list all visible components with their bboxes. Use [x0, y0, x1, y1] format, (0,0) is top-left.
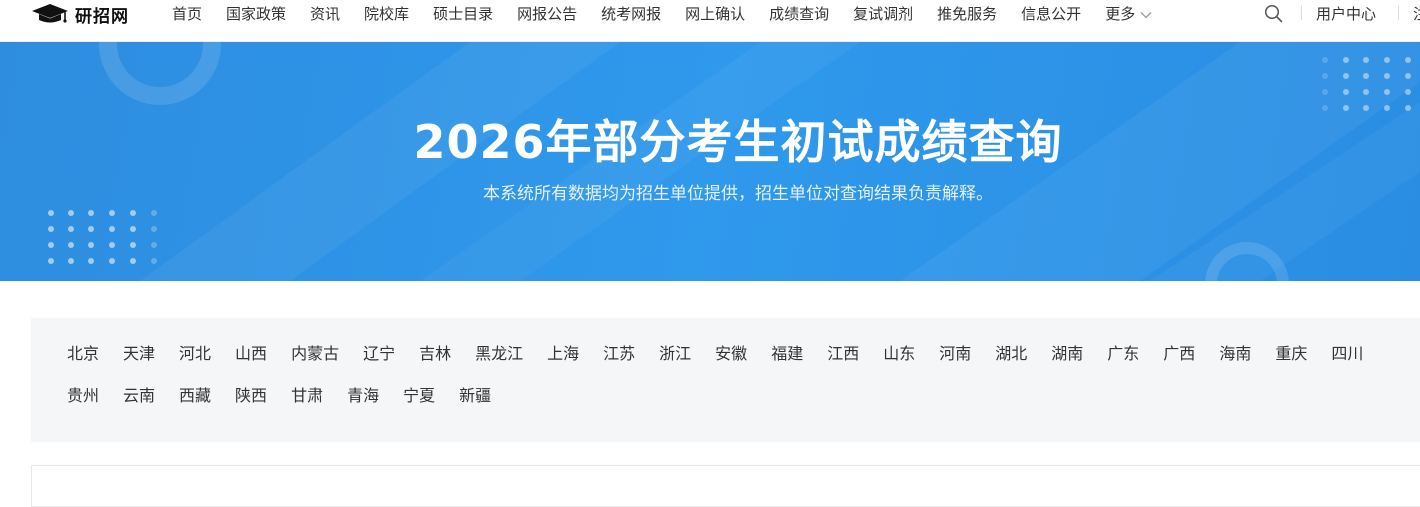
province-inner-mongolia[interactable]: 内蒙古 — [291, 340, 339, 368]
province-jilin[interactable]: 吉林 — [419, 340, 451, 368]
chevron-down-icon — [1140, 2, 1152, 26]
province-gansu[interactable]: 甘肃 — [291, 382, 323, 410]
page-subtitle: 本系统所有数据均为招生单位提供，招生单位对查询结果负责解释。 — [483, 184, 993, 204]
search-icon[interactable] — [1264, 4, 1283, 27]
province-zhejiang[interactable]: 浙江 — [659, 340, 691, 368]
nav-item-retest-adjustment[interactable]: 复试调剂 — [853, 2, 913, 26]
results-container — [31, 465, 1420, 507]
province-guizhou[interactable]: 贵州 — [67, 382, 99, 410]
page-title: 2026年部分考生初试成绩查询 — [413, 115, 1063, 169]
province-chongqing[interactable]: 重庆 — [1275, 340, 1307, 368]
nav-more-dropdown[interactable]: 更多 — [1105, 2, 1152, 26]
province-xinjiang[interactable]: 新疆 — [459, 382, 491, 410]
top-nav: 研招网 首页 国家政策 资讯 院校库 硕士目录 网报公告 统考网报 网上确认 成… — [0, 0, 1420, 42]
nav-item-registration-notice[interactable]: 网报公告 — [517, 2, 577, 26]
nav-more-label: 更多 — [1105, 5, 1136, 23]
province-guangdong[interactable]: 广东 — [1107, 340, 1139, 368]
site-logo[interactable]: 研招网 — [31, 2, 129, 27]
province-beijing[interactable]: 北京 — [67, 340, 99, 368]
register-link[interactable]: 注 — [1413, 2, 1420, 26]
province-list: 北京 天津 河北 山西 内蒙古 辽宁 吉林 黑龙江 上海 江苏 浙江 安徽 福建… — [67, 340, 1420, 424]
province-anhui[interactable]: 安徽 — [715, 340, 747, 368]
province-guangxi[interactable]: 广西 — [1163, 340, 1195, 368]
province-selector: 北京 天津 河北 山西 内蒙古 辽宁 吉林 黑龙江 上海 江苏 浙江 安徽 福建… — [31, 318, 1420, 442]
nav-item-home[interactable]: 首页 — [172, 2, 202, 26]
province-heilongjiang[interactable]: 黑龙江 — [475, 340, 523, 368]
user-center-link[interactable]: 用户中心 — [1316, 2, 1376, 26]
province-shanxi[interactable]: 山西 — [235, 340, 267, 368]
nav-menu: 首页 国家政策 资讯 院校库 硕士目录 网报公告 统考网报 网上确认 成绩查询 … — [172, 2, 1182, 26]
province-shanghai[interactable]: 上海 — [547, 340, 579, 368]
province-shandong[interactable]: 山东 — [883, 340, 915, 368]
province-ningxia[interactable]: 宁夏 — [403, 382, 435, 410]
nav-item-school-library[interactable]: 院校库 — [364, 2, 409, 26]
province-jiangsu[interactable]: 江苏 — [603, 340, 635, 368]
nav-item-exam-registration[interactable]: 统考网报 — [601, 2, 661, 26]
province-hainan[interactable]: 海南 — [1219, 340, 1251, 368]
nav-item-score-query[interactable]: 成绩查询 — [769, 2, 829, 26]
province-hebei[interactable]: 河北 — [179, 340, 211, 368]
province-tianjin[interactable]: 天津 — [123, 340, 155, 368]
province-hubei[interactable]: 湖北 — [995, 340, 1027, 368]
province-qinghai[interactable]: 青海 — [347, 382, 379, 410]
province-henan[interactable]: 河南 — [939, 340, 971, 368]
hero-banner: 2026年部分考生初试成绩查询 本系统所有数据均为招生单位提供，招生单位对查询结… — [0, 42, 1420, 281]
province-fujian[interactable]: 福建 — [771, 340, 803, 368]
nav-item-news[interactable]: 资讯 — [310, 2, 340, 26]
logo-text: 研招网 — [75, 6, 129, 27]
province-tibet[interactable]: 西藏 — [179, 382, 211, 410]
nav-item-national-policy[interactable]: 国家政策 — [226, 2, 286, 26]
nav-item-info-disclosure[interactable]: 信息公开 — [1021, 2, 1081, 26]
nav-divider — [1301, 6, 1302, 20]
province-hunan[interactable]: 湖南 — [1051, 340, 1083, 368]
nav-divider — [1398, 6, 1399, 20]
nav-item-online-confirmation[interactable]: 网上确认 — [685, 2, 745, 26]
nav-item-recommendation-service[interactable]: 推免服务 — [937, 2, 997, 26]
province-yunnan[interactable]: 云南 — [123, 382, 155, 410]
graduation-cap-icon — [31, 3, 69, 25]
province-shaanxi[interactable]: 陕西 — [235, 382, 267, 410]
nav-item-master-catalog[interactable]: 硕士目录 — [433, 2, 493, 26]
province-jiangxi[interactable]: 江西 — [827, 340, 859, 368]
province-sichuan[interactable]: 四川 — [1331, 340, 1363, 368]
province-liaoning[interactable]: 辽宁 — [363, 340, 395, 368]
